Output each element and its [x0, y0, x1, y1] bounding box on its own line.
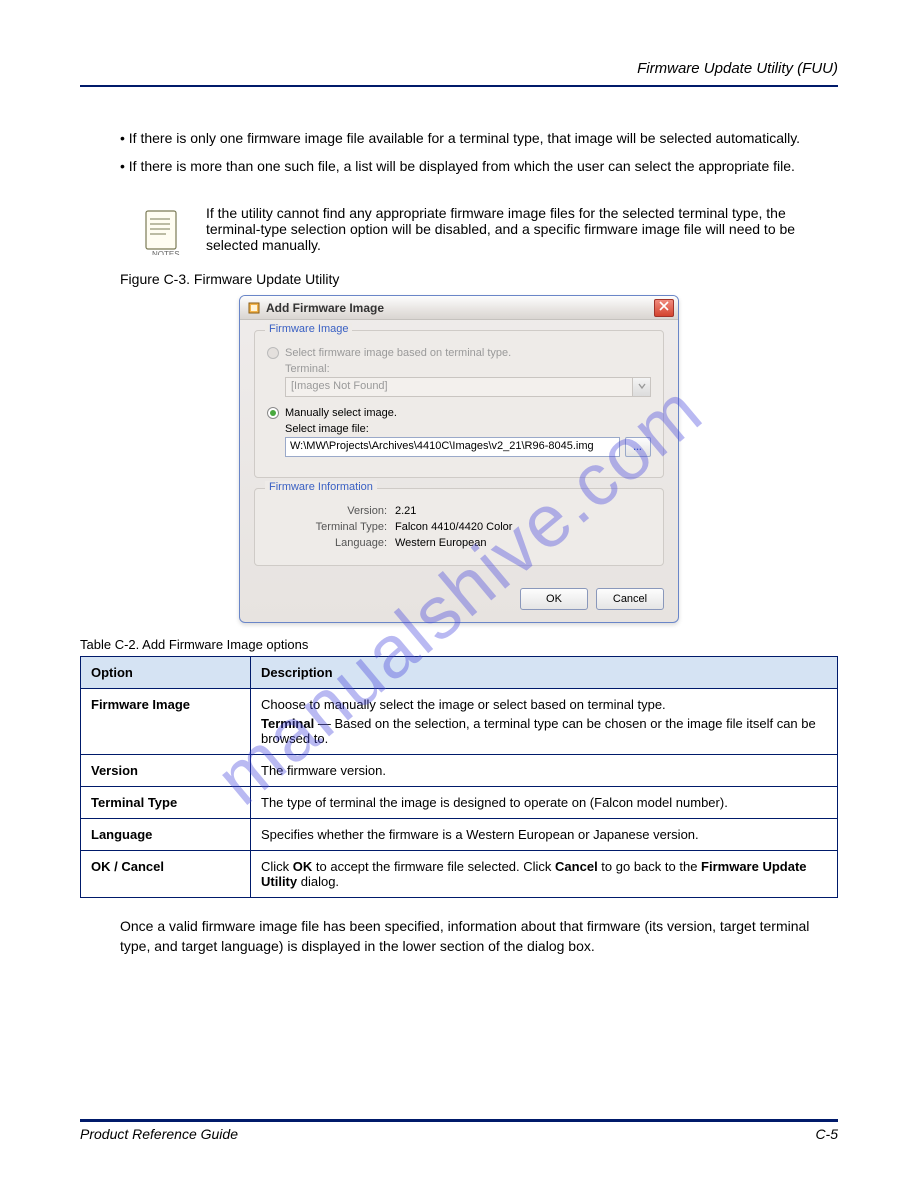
- select-file-label: Select image file:: [285, 423, 651, 435]
- th-description: Description: [251, 657, 838, 689]
- radio-icon: [267, 347, 279, 359]
- note-block: NOTES If the utility cannot find any app…: [140, 205, 838, 255]
- version-label: Version:: [267, 505, 387, 517]
- firmware-info-legend: Firmware Information: [265, 481, 377, 493]
- option-cell: OK / Cancel: [81, 851, 251, 898]
- table-row: LanguageSpecifies whether the firmware i…: [81, 819, 838, 851]
- footer-rule: [80, 1119, 838, 1122]
- ok-button[interactable]: OK: [520, 588, 588, 610]
- footer: Product Reference Guide C-5: [80, 1119, 838, 1142]
- table-row: Terminal TypeThe type of terminal the im…: [81, 787, 838, 819]
- close-icon: [659, 301, 669, 314]
- post-text: Once a valid firmware image file has bee…: [120, 916, 838, 957]
- dialog-title: Add Firmware Image: [266, 301, 654, 315]
- browse-button[interactable]: …: [625, 437, 651, 457]
- table-caption: Table C-2. Add Firmware Image options: [80, 637, 838, 652]
- terminal-label: Terminal:: [285, 363, 651, 375]
- combo-dropdown-button: [632, 378, 650, 396]
- dialog-app-icon: [246, 300, 262, 316]
- th-option: Option: [81, 657, 251, 689]
- terminal-type-label: Terminal Type:: [267, 521, 387, 533]
- chevron-down-icon: [633, 379, 651, 395]
- description-cell: The type of terminal the image is design…: [251, 787, 838, 819]
- version-value: 2.21: [395, 505, 416, 517]
- image-file-input[interactable]: W:\MW\Projects\Archives\4410C\Images\v2_…: [285, 437, 620, 457]
- figure-label: Figure C-3. Firmware Update Utility: [120, 271, 838, 287]
- radio-terminal-type: Select firmware image based on terminal …: [267, 347, 651, 359]
- radio-terminal-type-label: Select firmware image based on terminal …: [285, 347, 511, 359]
- terminal-combo-value: [Images Not Found]: [286, 378, 632, 396]
- option-cell: Version: [81, 755, 251, 787]
- firmware-image-legend: Firmware Image: [265, 323, 352, 335]
- svg-text:NOTES: NOTES: [152, 250, 180, 255]
- firmware-info-group: Firmware Information Version: 2.21 Termi…: [254, 488, 664, 566]
- table-row: VersionThe firmware version.: [81, 755, 838, 787]
- radio-manual-select[interactable]: Manually select image.: [267, 407, 651, 419]
- dialog-titlebar: Add Firmware Image: [240, 296, 678, 320]
- intro-p1: • If there is only one firmware image fi…: [120, 130, 838, 148]
- close-button[interactable]: [654, 299, 674, 317]
- note-text: If the utility cannot find any appropria…: [206, 205, 838, 255]
- terminal-type-value: Falcon 4410/4420 Color: [395, 521, 512, 533]
- header-title: Firmware Update Utility (FUU): [80, 60, 838, 77]
- option-cell: Language: [81, 819, 251, 851]
- language-value: Western European: [395, 537, 487, 549]
- footer-left: Product Reference Guide: [80, 1126, 815, 1142]
- table-row: OK / CancelClick OK to accept the firmwa…: [81, 851, 838, 898]
- description-cell: Specifies whether the firmware is a West…: [251, 819, 838, 851]
- table-row: Firmware ImageChoose to manually select …: [81, 689, 838, 755]
- radio-icon: [267, 407, 279, 419]
- note-icon: NOTES: [140, 205, 190, 255]
- radio-manual-label: Manually select image.: [285, 407, 397, 419]
- cancel-button[interactable]: Cancel: [596, 588, 664, 610]
- add-firmware-dialog: Add Firmware Image Firmware Image Select…: [239, 295, 679, 623]
- terminal-combo: [Images Not Found]: [285, 377, 651, 397]
- description-cell: Choose to manually select the image or s…: [251, 689, 838, 755]
- description-cell: Click OK to accept the firmware file sel…: [251, 851, 838, 898]
- intro-text: • If there is only one firmware image fi…: [80, 130, 838, 175]
- firmware-image-group: Firmware Image Select firmware image bas…: [254, 330, 664, 478]
- footer-right: C-5: [815, 1126, 838, 1142]
- header-rule: [80, 85, 838, 87]
- options-table: Option Description Firmware ImageChoose …: [80, 656, 838, 898]
- option-cell: Terminal Type: [81, 787, 251, 819]
- description-cell: The firmware version.: [251, 755, 838, 787]
- intro-p2: • If there is more than one such file, a…: [120, 158, 838, 176]
- language-label: Language:: [267, 537, 387, 549]
- option-cell: Firmware Image: [81, 689, 251, 755]
- ellipsis-icon: …: [633, 442, 643, 452]
